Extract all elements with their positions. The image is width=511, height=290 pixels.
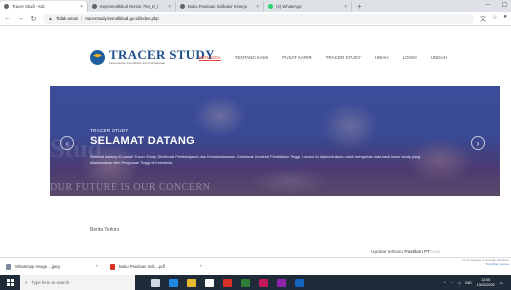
app-icon[interactable] [259,278,268,287]
bookmark-star-icon[interactable]: ☆ [492,14,497,23]
back-arrow-icon[interactable]: ← [4,15,11,22]
whatsapp-favicon-icon [268,4,273,9]
divider: | [81,16,83,21]
search-icon: ⌕ [25,280,28,285]
update-link[interactable]: Pastikan PT [404,250,430,255]
taskbar-apps [151,278,304,287]
close-tab-icon[interactable]: × [256,4,259,10]
start-button[interactable] [0,275,20,290]
site-favicon-icon [4,4,9,9]
chevron-up-icon[interactable]: ^ [96,264,98,269]
windows-logo-icon [6,279,14,286]
news-section-title: Berita Terkini [90,227,119,233]
chrome-icon[interactable] [241,278,250,287]
warning-icon: ▲ [48,15,53,22]
tab-title: Tracer Studi - Kdi [12,4,45,9]
chevron-up-icon[interactable]: ^ [200,264,202,269]
task-view-icon[interactable] [151,278,160,287]
doc-favicon-icon [180,4,185,9]
menu-item-login[interactable]: LOGIN [403,55,417,60]
hero-title: SELAMAT DATANG [90,135,196,147]
notification-icon[interactable]: ▭ [500,281,503,285]
new-tab-button[interactable]: + [352,1,367,12]
windows-taskbar: ⌕ Type here to search ^ ◔ ◁ IND 13:05 13… [0,275,511,290]
file-explorer-icon[interactable] [187,278,196,287]
menu-item-tracer-study[interactable]: TRACER STUDY [326,55,361,60]
image-file-icon [6,263,11,270]
security-label: Tidak aman [55,16,79,21]
language-indicator[interactable]: IND [465,281,471,285]
translate-icon[interactable]: 文 [480,14,486,23]
main-menu: BERANDA TENTANG KAMI PUSAT KARIR TRACER … [199,55,447,60]
menu-item-unduh[interactable]: UNDUH [431,55,447,60]
download-filename: WhatsApp Image....jpeg [15,264,60,269]
profile-icon[interactable]: ● [503,14,507,23]
hero-kicker: TRACER STUDY [90,128,129,133]
system-tray: ^ ◔ ◁ IND 13:05 13/02/2020 ▭ [444,278,511,287]
tab-title: (3) WhatsApp [276,4,302,9]
update-label: Update terbaru [371,250,403,255]
network-icon[interactable]: ◔ [450,281,452,285]
tab-title: Kepmendikbud Nomor 794_E_I [100,4,159,9]
reload-icon[interactable]: ↻ [30,15,37,23]
clock[interactable]: 13:05 13/02/2020 [477,278,495,287]
address-bar[interactable]: ▲ Tidak aman | tracerstudy.kemdikbud.go.… [43,13,474,24]
download-filename: Buku Panduan Indi....pdf [119,264,165,269]
edge-icon[interactable] [169,278,178,287]
download-item[interactable]: Buku Panduan Indi....pdf ^ [110,263,202,270]
doc-favicon-icon [92,4,97,9]
close-tab-icon[interactable]: × [344,4,347,10]
toolbar-actions: 文 ☆ ● [480,14,507,23]
show-all-downloads-link[interactable]: Tampilkan semua [462,262,509,266]
tab-title: Buku Panduan Indikator Kinerja [188,4,247,9]
carousel-next-icon[interactable]: › [471,136,485,150]
url-text: tracerstudy.kemdikbud.go.id/index.php [85,16,159,21]
hero-banner-text: DUR FUTURE IS OUR CONCERN [50,182,211,193]
hero-description: Selamat datang di Laman Tracer Study, Di… [90,155,421,165]
browser-tab[interactable]: Buku Panduan Indikator Kinerja × [176,1,264,12]
menu-item-hibah[interactable]: HIBAH [375,55,389,60]
browser-tab[interactable]: Kepmendikbud Nomor 794_E_I × [88,1,176,12]
update-faint-text: Activ [429,250,441,255]
site-header: TRACER STUDY Kementerian Pendidikan dan … [0,26,511,86]
mail-icon[interactable] [223,278,232,287]
maximize-icon[interactable]: ☐ [502,2,507,9]
word-icon[interactable] [295,278,304,287]
windows-activation-notice: Go to Settings to activate Windows Tampi… [462,258,509,266]
update-ticker: Update terbaru Pastikan PTActiv [371,250,440,255]
minimize-icon[interactable]: – [486,2,489,9]
download-item[interactable]: WhatsApp Image....jpeg ^ [6,263,98,270]
site-logo[interactable]: TRACER STUDY Kementerian Pendidikan dan … [90,48,215,65]
browser-tab[interactable]: Tracer Studi - Kdi × [0,1,88,12]
tray-arrow-icon[interactable]: ^ [444,281,446,285]
browser-toolbar: ← → ↻ ▲ Tidak aman | tracerstudy.kemdikb… [0,12,511,26]
clock-date: 13/02/2020 [476,282,495,287]
taskbar-search[interactable]: ⌕ Type here to search [20,275,135,290]
close-tab-icon[interactable]: × [80,4,83,10]
menu-item-beranda[interactable]: BERANDA [199,55,221,60]
tut-wuri-logo-icon [90,49,105,65]
forward-arrow-icon[interactable]: → [17,15,24,22]
close-tab-icon[interactable]: × [168,4,171,10]
pdf-file-icon [110,263,115,270]
carousel-prev-icon[interactable]: ‹ [60,136,74,150]
hero-carousel: Stud TRACER STUDY SELAMAT DATANG Selamat… [50,86,500,196]
store-icon[interactable] [205,278,214,287]
volume-icon[interactable]: ◁ [458,281,461,285]
menu-item-tentang-kami[interactable]: TENTANG KAMI [235,55,268,60]
app-icon[interactable] [277,278,286,287]
browser-tab[interactable]: (3) WhatsApp × [264,1,352,12]
browser-tab-strip: Tracer Studi - Kdi × Kepmendikbud Nomor … [0,0,511,12]
download-shelf: WhatsApp Image....jpeg ^ Buku Panduan In… [0,257,511,275]
window-controls: – ☐ [486,2,507,9]
menu-item-pusat-karir[interactable]: PUSAT KARIR [282,55,312,60]
search-placeholder: Type here to search [31,280,70,285]
